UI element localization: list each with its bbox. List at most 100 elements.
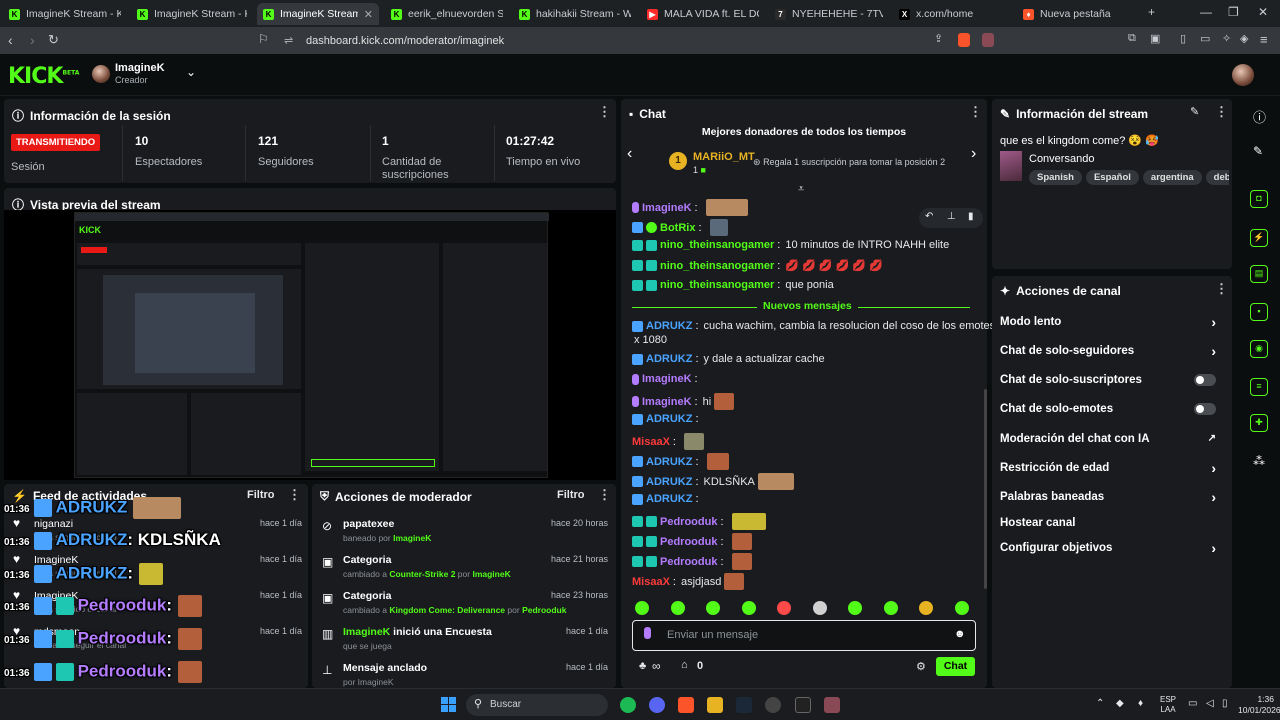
edit-stream-icon[interactable]: ✎ (1190, 105, 1199, 118)
list-rail-icon[interactable]: ≡ (1250, 378, 1268, 396)
chat-username[interactable]: ADRUKZ (646, 320, 692, 332)
brave-shields-icon[interactable] (958, 33, 970, 47)
page-rail-icon[interactable]: ▤ (1250, 265, 1268, 283)
network-icon[interactable]: ▭ (1188, 698, 1197, 709)
quick-emote-icon[interactable] (812, 601, 827, 615)
browser-tab[interactable]: ♦ Nueva pestaña (1017, 3, 1139, 25)
modactions-filter-button[interactable]: Filtro (557, 489, 585, 501)
category-thumbnail[interactable] (1000, 151, 1022, 181)
quick-emote-icon[interactable] (848, 601, 862, 615)
stream-tag[interactable]: Spanish (1029, 170, 1082, 185)
quick-emote-icon[interactable] (706, 601, 720, 615)
kick-logo[interactable]: KICKBETA (8, 64, 79, 89)
split-view-icon[interactable]: ▣ (1150, 32, 1160, 45)
account-dropdown-chevron-icon[interactable]: ⌄ (186, 65, 196, 79)
stream-tag[interactable]: debate (1205, 170, 1229, 185)
browser-tab[interactable]: K ImagineK Stream - Kick Da (3, 3, 127, 25)
chat-username[interactable]: ADRUKZ (646, 456, 692, 468)
chat-username[interactable]: Pedrooduk (660, 536, 717, 548)
send-chat-button[interactable]: Chat (936, 657, 975, 676)
leo-icon[interactable]: ✧ (1222, 32, 1231, 45)
battery-icon[interactable]: ▯ (1222, 698, 1228, 709)
chat-username[interactable]: ImagineK (642, 396, 692, 408)
stream-tag[interactable]: argentina (1142, 170, 1202, 185)
forward-icon[interactable]: › (30, 32, 35, 48)
quick-emote-icon[interactable] (635, 601, 649, 615)
browser-tab[interactable]: Xx.com/home (893, 3, 1013, 25)
apps-rail-icon[interactable]: ⁂ (1253, 454, 1265, 468)
user-avatar[interactable] (92, 65, 110, 83)
chat-username[interactable]: nino_theinsanogamer (660, 260, 774, 272)
category-name[interactable]: Conversando (1029, 153, 1094, 165)
chat-rail-icon[interactable]: ▪ (1250, 303, 1268, 321)
tools-rail-icon[interactable]: ✚ (1250, 414, 1268, 432)
browser-tab[interactable]: 7 NYEHEHEHE - 7TV (769, 3, 889, 25)
donors-prev-icon[interactable]: ‹ (627, 145, 632, 163)
obs-icon[interactable] (765, 697, 781, 713)
profile-avatar[interactable] (1232, 64, 1254, 86)
quick-emote-icon[interactable] (670, 601, 685, 615)
chat-username[interactable]: ADRUKZ (646, 493, 692, 505)
minimize-button[interactable]: — (1200, 5, 1212, 19)
share-icon[interactable]: ⇪ (934, 32, 943, 45)
infinity-icon[interactable]: ∞ (652, 659, 661, 673)
reload-icon[interactable]: ↻ (48, 32, 59, 48)
undo-icon[interactable]: ↶ (925, 211, 933, 222)
vpn-icon[interactable]: ◈ (1240, 32, 1248, 45)
browser-tab[interactable]: Keerik_elnuevorden Stre (385, 3, 509, 25)
chat-settings-icon[interactable]: ⚙ (916, 660, 926, 673)
taskbar-search[interactable]: ⚲ Buscar (466, 694, 608, 716)
back-icon[interactable]: ‹ (8, 32, 13, 48)
chat-input[interactable]: Enviar un mensaje ☻ (632, 620, 976, 651)
browser-tab[interactable]: ▶ MALA VIDA ft. EL DOCTOR (641, 3, 765, 25)
browser-tab[interactable]: K ImagineK Stream - Kick Da (131, 3, 253, 25)
feed-filter-button[interactable]: Filtro (247, 489, 275, 501)
stream-tag[interactable]: Español (1085, 170, 1139, 185)
chat-username[interactable]: nino_theinsanogamer (660, 239, 774, 251)
collapse-icon[interactable]: ⩡ (798, 183, 804, 196)
steam-icon[interactable] (736, 697, 752, 713)
pin-icon[interactable]: ⊥ (947, 211, 956, 222)
channel-action-row[interactable]: Moderación del chat con IA ↗ (992, 428, 1228, 450)
tab-close-icon[interactable]: ✕ (364, 8, 373, 21)
delete-icon[interactable]: ▮ (968, 211, 974, 222)
settings-user-icon[interactable]: ♣ (639, 660, 646, 672)
stream-preview-video[interactable]: KICK (4, 210, 616, 480)
channel-action-row[interactable]: Chat de solo-emotes (992, 398, 1228, 420)
emoji-picker-icon[interactable]: ☻ (954, 628, 966, 640)
site-info-icon[interactable]: ⇌ (284, 31, 293, 51)
broadcast-rail-icon[interactable]: ◉ (1250, 340, 1268, 358)
channel-actions-kebab-icon[interactable]: ⋮ (1215, 281, 1228, 297)
crop-rail-icon[interactable]: ◘ (1250, 190, 1268, 208)
edit-rail-icon[interactable]: ✎ (1253, 144, 1263, 158)
toggle-switch[interactable] (1194, 374, 1216, 386)
lightning-rail-icon[interactable]: ⚡ (1250, 229, 1268, 247)
stream-info-kebab-icon[interactable]: ⋮ (1215, 104, 1228, 120)
store-icon[interactable]: ⌂ (681, 659, 688, 671)
quick-emote-icon[interactable] (919, 601, 933, 615)
menu-icon[interactable]: ≡ (1260, 32, 1268, 47)
chat-username[interactable]: Pedrooduk (660, 556, 717, 568)
chat-username[interactable]: ImagineK (642, 202, 692, 214)
close-window-button[interactable]: ✕ (1258, 5, 1268, 19)
sidebar-toggle-icon[interactable]: ▯ (1180, 32, 1186, 45)
channel-action-row[interactable]: Hostear canal (992, 512, 1228, 534)
chat-username[interactable]: BotRix (660, 222, 695, 234)
browser-tab[interactable]: K ImagineK Stream - Ki ✕ (257, 3, 379, 25)
channel-action-row[interactable]: Restricción de edad › (992, 457, 1228, 479)
gift-cta[interactable]: Regala 1 suscripción para tomar la posic… (763, 157, 945, 167)
epic-games-icon[interactable] (795, 697, 811, 713)
maximize-button[interactable]: ❐ (1228, 5, 1239, 19)
chat-username[interactable]: ImagineK (642, 373, 692, 385)
session-kebab-icon[interactable]: ⋮ (598, 104, 611, 120)
tray-mic-icon[interactable]: ♦ (1138, 698, 1143, 709)
clock[interactable]: 1:36 10/01/2026 (1238, 694, 1280, 716)
url-field[interactable]: ⇌ dashboard.kick.com/moderator/imaginek (278, 31, 978, 51)
channel-action-row[interactable]: Configurar objetivos › (992, 537, 1228, 559)
quick-emote-icon[interactable] (954, 601, 969, 615)
chat-username[interactable]: Pedrooduk (660, 516, 717, 528)
bookmark-icon[interactable]: ⚐ (258, 32, 269, 46)
language-indicator[interactable]: ESP LAA (1160, 695, 1176, 715)
browser-tab[interactable]: Khakihakii Stream - Watch L (513, 3, 637, 25)
discord-icon[interactable] (649, 697, 665, 713)
